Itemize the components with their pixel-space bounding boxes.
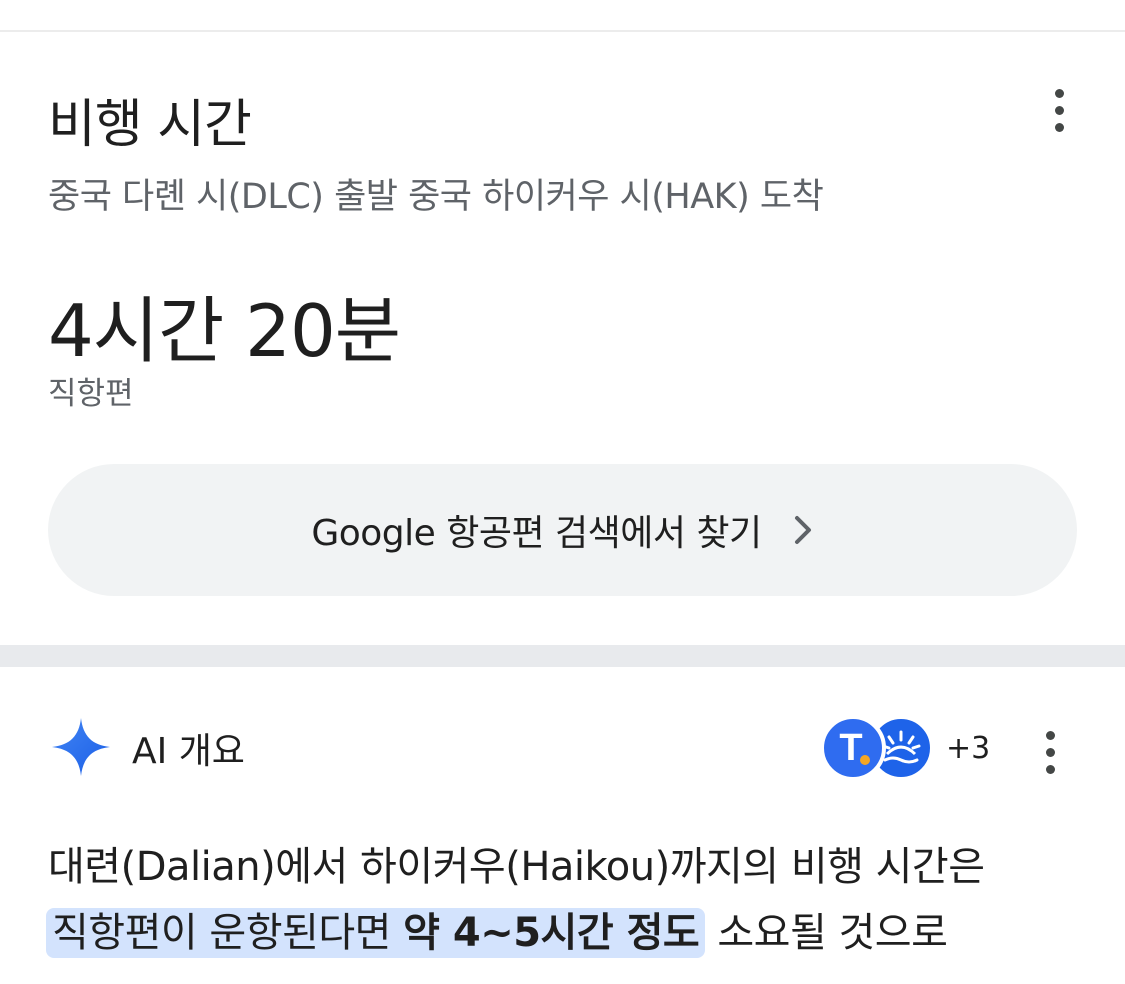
ai-overview-text: 대련(Dalian)에서 하이커우(Haikou)까지의 비행 시간은 직항편이… xyxy=(46,834,1088,966)
more-vert-icon-dot xyxy=(1045,747,1055,757)
source-avatar-t[interactable]: T xyxy=(820,715,886,781)
more-vert-icon xyxy=(1054,88,1064,98)
source-t-letter: T xyxy=(839,726,863,769)
source-t-dot xyxy=(860,755,870,765)
more-vert-icon-dot xyxy=(1045,764,1055,774)
ai-text-line1: 대련(Dalian)에서 하이커우(Haikou)까지의 비행 시간은 xyxy=(48,844,985,890)
flight-route: 중국 다롄 시(DLC) 출발 중국 하이커우 시(HAK) 도착 xyxy=(48,177,824,217)
google-flights-button-label: Google 항공편 검색에서 찾기 xyxy=(311,513,762,554)
search-results-page: 비행 시간 중국 다롄 시(DLC) 출발 중국 하이커우 시(HAK) 도착 … xyxy=(0,0,1125,984)
chevron-right-icon xyxy=(792,514,814,546)
flight-duration: 4시간 20분 xyxy=(48,289,401,373)
google-flights-button[interactable]: Google 항공편 검색에서 찾기 xyxy=(48,464,1077,596)
ai-text-highlight-part1: 직항편이 운항된다면 xyxy=(52,910,404,956)
section-divider xyxy=(0,645,1125,667)
ai-sources[interactable]: T +3 xyxy=(820,715,991,781)
flight-type: 직항편 xyxy=(48,376,134,412)
sources-more-count: +3 xyxy=(946,730,991,766)
ai-text-highlight[interactable]: 직항편이 운항된다면 약 4~5시간 정도 xyxy=(46,908,706,958)
more-vert-icon-dot xyxy=(1054,122,1064,132)
ai-text-after: 소요될 것으로 xyxy=(705,910,948,956)
ai-overview-more-button[interactable] xyxy=(1030,724,1070,780)
more-vert-icon-dot xyxy=(1054,105,1064,115)
flight-card-more-button[interactable] xyxy=(1039,82,1079,138)
flight-time-title: 비행 시간 xyxy=(48,95,252,155)
more-vert-icon xyxy=(1045,730,1055,740)
ai-overview-title: AI 개요 xyxy=(132,731,245,772)
sparkle-icon xyxy=(50,716,112,778)
ai-text-highlight-bold: 약 4~5시간 정도 xyxy=(403,910,700,956)
top-divider xyxy=(0,0,1125,32)
